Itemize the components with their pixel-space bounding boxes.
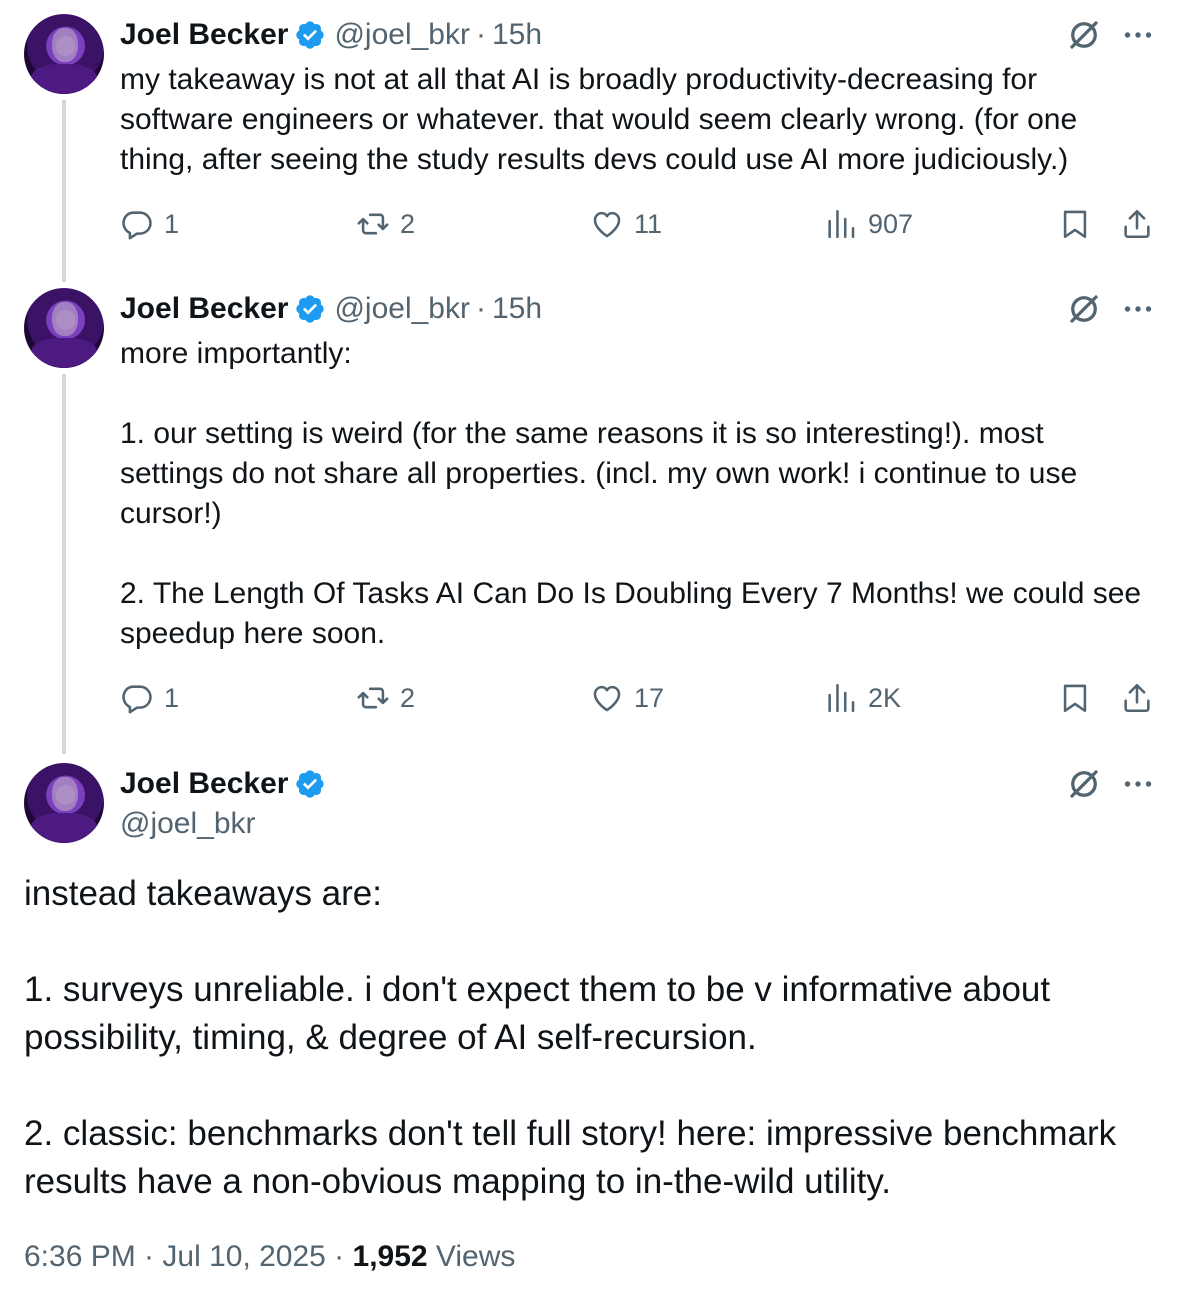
- author-handle[interactable]: @joel_bkr: [334, 292, 470, 326]
- grok-icon[interactable]: [1066, 766, 1102, 802]
- reply-count: 1: [164, 208, 180, 239]
- share-button[interactable]: [1120, 678, 1154, 718]
- tweet-meta: 6:36 PM · Jul 10, 2025 · 1,952 Views: [24, 1240, 515, 1274]
- tweet-header: Joel Becker @joel_bkr · 15h: [120, 17, 542, 53]
- like-button[interactable]: 11: [590, 204, 662, 244]
- bookmark-button[interactable]: [1058, 678, 1092, 718]
- views-icon: [828, 209, 855, 239]
- views-count: 2K: [868, 682, 902, 713]
- bookmark-button[interactable]: [1058, 204, 1092, 244]
- separator-dot: ·: [475, 18, 486, 51]
- separator-dot: ·: [475, 292, 486, 325]
- like-button[interactable]: 17: [590, 678, 664, 718]
- repost-count: 2: [400, 682, 416, 713]
- reply-button[interactable]: 1: [120, 678, 179, 718]
- tweet-text: more importantly: 1. our setting is weir…: [120, 337, 1142, 650]
- action-bar: 1 2 11 907: [120, 204, 1160, 244]
- bookmark-icon: [1063, 684, 1087, 713]
- repost-icon: [357, 687, 389, 709]
- handle-row: @joel_bkr: [120, 806, 256, 842]
- tweet-text: my takeaway is not at all that AI is bro…: [120, 63, 1078, 176]
- repost-button[interactable]: 2: [356, 204, 415, 244]
- view-count: 1,952: [352, 1240, 428, 1273]
- bookmark-icon: [1063, 210, 1087, 239]
- share-button[interactable]: [1120, 204, 1154, 244]
- more-icon[interactable]: [1120, 291, 1156, 327]
- verified-badge-icon[interactable]: [294, 768, 326, 800]
- main-tweet-text: instead takeaways are: 1. surveys unreli…: [24, 874, 1117, 1201]
- avatar[interactable]: [24, 14, 104, 94]
- tweet-time[interactable]: 15h: [492, 292, 542, 326]
- action-bar: 1 2 17 2K: [120, 678, 1160, 718]
- more-icon[interactable]: [1120, 766, 1156, 802]
- reply-count: 1: [164, 682, 180, 713]
- share-icon: [1124, 209, 1150, 239]
- main-tweet: Joel Becker @joel_bkr instead takeaways …: [0, 748, 1194, 1314]
- views-label: Views: [427, 1240, 516, 1273]
- verified-badge-icon[interactable]: [294, 19, 326, 51]
- views-button[interactable]: 907: [824, 204, 913, 244]
- views-icon: [828, 683, 855, 713]
- author-name[interactable]: Joel Becker: [120, 292, 288, 326]
- tweet-2[interactable]: Joel Becker @joel_bkr · 15h more importa…: [0, 270, 1194, 754]
- author-handle[interactable]: @joel_bkr: [120, 807, 256, 841]
- tweet-header: Joel Becker: [120, 766, 326, 802]
- like-count: 11: [634, 208, 663, 239]
- repost-count: 2: [400, 208, 416, 239]
- reply-icon: [122, 685, 152, 714]
- tweet-header: Joel Becker @joel_bkr · 15h: [120, 291, 542, 327]
- reply-icon: [122, 211, 152, 240]
- views-count: 907: [868, 208, 914, 239]
- avatar[interactable]: [24, 288, 104, 368]
- share-icon: [1124, 683, 1150, 713]
- author-name[interactable]: Joel Becker: [120, 18, 288, 52]
- verified-badge-icon[interactable]: [294, 293, 326, 325]
- thread-line: [62, 374, 66, 754]
- grok-icon[interactable]: [1066, 17, 1102, 53]
- repost-button[interactable]: 2: [356, 678, 415, 718]
- more-icon[interactable]: [1120, 17, 1156, 53]
- like-count: 17: [634, 682, 665, 713]
- views-button[interactable]: 2K: [824, 678, 901, 718]
- avatar[interactable]: [24, 763, 104, 843]
- author-handle[interactable]: @joel_bkr: [334, 18, 470, 52]
- repost-icon: [357, 213, 389, 235]
- thread-line: [62, 100, 66, 282]
- like-icon: [593, 211, 621, 238]
- tweet-time[interactable]: 15h: [492, 18, 542, 52]
- author-name[interactable]: Joel Becker: [120, 767, 288, 801]
- tweet-timestamp[interactable]: 6:36 PM · Jul 10, 2025 ·: [24, 1240, 353, 1273]
- tweet-1[interactable]: Joel Becker @joel_bkr · 15h my takeaway …: [0, 0, 1194, 282]
- grok-icon[interactable]: [1066, 291, 1102, 327]
- reply-button[interactable]: 1: [120, 204, 179, 244]
- like-icon: [593, 685, 621, 712]
